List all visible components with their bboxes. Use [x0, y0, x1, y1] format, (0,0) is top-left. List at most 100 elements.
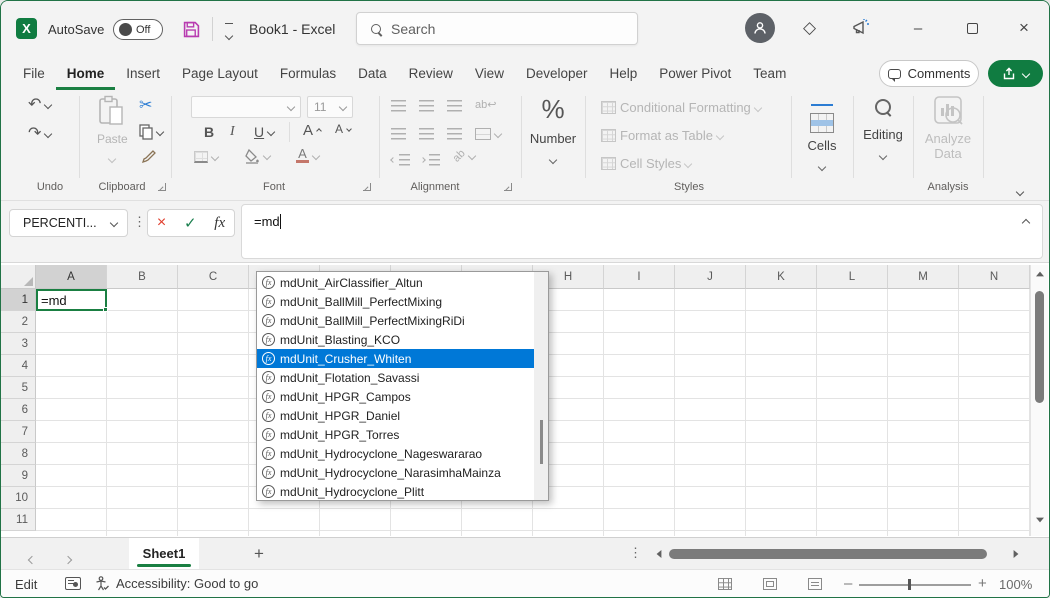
share-button[interactable]: [988, 60, 1043, 87]
function-suggestion-mdUnit_Hydrocyclone_Nageswararao[interactable]: fxmdUnit_Hydrocyclone_Nageswararao: [257, 444, 534, 463]
font-color-button[interactable]: A: [296, 148, 319, 163]
font-dialog-launcher[interactable]: [363, 183, 371, 191]
function-suggestion-mdUnit_Flotation_Savassi[interactable]: fxmdUnit_Flotation_Savassi: [257, 368, 534, 387]
sheet-bar-kebab[interactable]: ⋮: [629, 545, 642, 561]
premium-diamond-icon[interactable]: ◇: [803, 18, 816, 38]
popup-scrollbar[interactable]: [534, 272, 548, 500]
column-header-L[interactable]: L: [817, 265, 888, 289]
font-name-combo[interactable]: [191, 96, 301, 118]
tab-formulas[interactable]: Formulas: [269, 57, 347, 90]
function-suggestion-mdUnit_BallMill_PerfectMixingRiDi[interactable]: fxmdUnit_BallMill_PerfectMixingRiDi: [257, 311, 534, 330]
horizontal-scrollbar-thumb[interactable]: [669, 549, 987, 559]
decrease-indent-button[interactable]: [391, 154, 410, 166]
row-header-11[interactable]: 11: [1, 509, 36, 531]
function-suggestion-mdUnit_Hydrocyclone_NarasimhaMainza[interactable]: fxmdUnit_Hydrocyclone_NarasimhaMainza: [257, 463, 534, 482]
close-button[interactable]: ×: [1009, 13, 1039, 43]
insert-function-button[interactable]: fx: [214, 215, 225, 232]
grow-font-button[interactable]: A: [303, 122, 321, 139]
tab-page-layout[interactable]: Page Layout: [171, 57, 269, 90]
clipboard-dialog-launcher[interactable]: [158, 183, 166, 191]
font-size-combo[interactable]: 11: [307, 96, 353, 118]
tab-file[interactable]: File: [12, 57, 56, 90]
function-suggestion-mdUnit_AirClassifier_Altun[interactable]: fxmdUnit_AirClassifier_Altun: [257, 273, 534, 292]
row-header-1[interactable]: 1: [1, 289, 36, 311]
formula-input[interactable]: =md: [241, 204, 1043, 259]
redo-button[interactable]: ↷: [28, 126, 51, 142]
previous-sheet-button[interactable]: [29, 550, 35, 568]
borders-button[interactable]: [194, 151, 218, 163]
account-avatar[interactable]: [745, 13, 775, 43]
page-break-preview-button[interactable]: [808, 578, 822, 590]
number-group-button[interactable]: % Number: [523, 94, 583, 168]
maximize-button[interactable]: [957, 13, 987, 43]
format-as-table-button[interactable]: Format as Table: [601, 128, 723, 143]
align-right-button[interactable]: [447, 128, 462, 140]
save-button[interactable]: [181, 19, 201, 39]
row-header-7[interactable]: 7: [1, 421, 36, 443]
zoom-in-button[interactable]: +: [978, 575, 987, 592]
zoom-out-button[interactable]: –: [844, 575, 852, 592]
vertical-scrollbar[interactable]: [1030, 265, 1048, 536]
function-suggestion-mdUnit_HPGR_Daniel[interactable]: fxmdUnit_HPGR_Daniel: [257, 406, 534, 425]
normal-view-button[interactable]: [718, 578, 732, 590]
collapse-ribbon-button[interactable]: [1017, 182, 1023, 200]
align-top-button[interactable]: [391, 100, 406, 112]
next-sheet-button[interactable]: [65, 550, 71, 568]
undo-button[interactable]: ↶: [28, 97, 51, 113]
scroll-left-arrow-icon[interactable]: [657, 550, 662, 558]
scroll-down-arrow-icon[interactable]: [1036, 518, 1044, 523]
column-header-I[interactable]: I: [604, 265, 675, 289]
row-header-8[interactable]: 8: [1, 443, 36, 465]
bold-button[interactable]: B: [204, 124, 214, 140]
cells-group-button[interactable]: Cells: [795, 95, 849, 175]
function-suggestion-mdUnit_BallMill_PerfectMixing[interactable]: fxmdUnit_BallMill_PerfectMixing: [257, 292, 534, 311]
align-left-button[interactable]: [391, 128, 406, 140]
scroll-up-arrow-icon[interactable]: [1036, 272, 1044, 277]
zoom-slider-track[interactable]: [859, 584, 971, 586]
excel-logo-icon[interactable]: X: [16, 18, 37, 39]
fill-color-button[interactable]: [244, 148, 270, 164]
shrink-font-button[interactable]: A: [335, 122, 351, 136]
cell-styles-button[interactable]: Cell Styles: [601, 156, 691, 171]
column-header-C[interactable]: C: [178, 265, 249, 289]
row-header-6[interactable]: 6: [1, 399, 36, 421]
editing-group-button[interactable]: Editing: [857, 96, 909, 164]
alignment-dialog-launcher[interactable]: [504, 183, 512, 191]
orientation-button[interactable]: ab: [453, 150, 475, 162]
column-header-M[interactable]: M: [888, 265, 959, 289]
formula-bar-handle[interactable]: ⋮: [133, 214, 146, 230]
wrap-text-button[interactable]: ab↩: [475, 98, 496, 111]
accessibility-status[interactable]: Accessibility: Good to go: [95, 576, 258, 591]
row-header-4[interactable]: 4: [1, 355, 36, 377]
tab-data[interactable]: Data: [347, 57, 398, 90]
comments-button[interactable]: Comments: [879, 60, 979, 87]
copy-button[interactable]: [139, 124, 163, 140]
macro-recording-button[interactable]: [65, 577, 81, 590]
select-all-button[interactable]: [1, 265, 36, 289]
zoom-slider-thumb[interactable]: [908, 579, 911, 590]
cut-button[interactable]: ✂: [139, 98, 152, 114]
column-header-A[interactable]: A: [36, 265, 107, 289]
enter-button[interactable]: ✓: [184, 214, 197, 232]
customize-qat-button[interactable]: [223, 23, 235, 44]
row-header-5[interactable]: 5: [1, 377, 36, 399]
search-box[interactable]: Search: [356, 12, 638, 45]
expand-formula-bar-button[interactable]: [1023, 213, 1029, 231]
column-header-N[interactable]: N: [959, 265, 1030, 289]
sheet-tab-sheet1[interactable]: Sheet1: [129, 538, 199, 569]
row-header-10[interactable]: 10: [1, 487, 36, 509]
feedback-megaphone-icon[interactable]: [851, 18, 871, 43]
tab-power-pivot[interactable]: Power Pivot: [648, 57, 742, 90]
conditional-formatting-button[interactable]: Conditional Formatting: [601, 100, 761, 115]
tab-developer[interactable]: Developer: [515, 57, 599, 90]
format-painter-button[interactable]: [140, 150, 156, 165]
function-suggestion-mdUnit_HPGR_Torres[interactable]: fxmdUnit_HPGR_Torres: [257, 425, 534, 444]
add-sheet-button[interactable]: +: [247, 542, 271, 566]
analyze-data-button[interactable]: Analyze Data: [917, 94, 979, 161]
column-header-K[interactable]: K: [746, 265, 817, 289]
row-header-2[interactable]: 2: [1, 311, 36, 333]
row-header-3[interactable]: 3: [1, 333, 36, 355]
active-cell-a1[interactable]: =md: [36, 289, 107, 311]
popup-scrollbar-thumb[interactable]: [540, 420, 543, 464]
row-header-9[interactable]: 9: [1, 465, 36, 487]
